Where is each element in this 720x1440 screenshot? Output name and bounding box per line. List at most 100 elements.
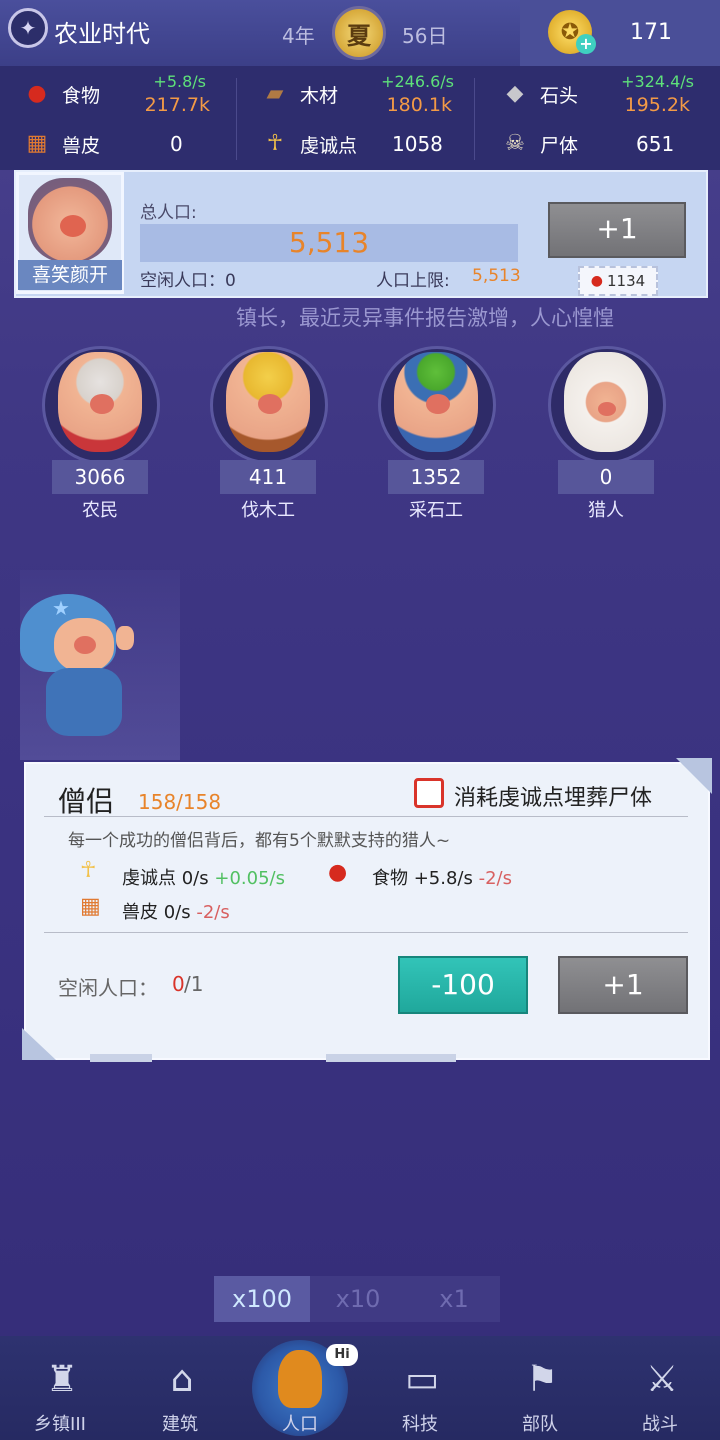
- news-ticker: 镇长，最近灵异事件报告激增，人心惶惶: [236, 306, 614, 330]
- stat-hide: 兽皮 0/s -2/s: [122, 898, 230, 924]
- card-tab: [326, 1054, 456, 1062]
- population-cost: ● 1134: [578, 266, 658, 296]
- resource-value: 195.2k: [624, 94, 690, 116]
- book-icon: ▭: [404, 1359, 439, 1400]
- nav-battle[interactable]: ⚔ 战斗: [608, 1336, 712, 1440]
- add-population-button[interactable]: +1: [548, 202, 686, 258]
- apple-icon: ●: [590, 273, 604, 289]
- worker-quarryman[interactable]: 1352 采石工: [376, 332, 496, 532]
- multiplier-x10[interactable]: x10: [310, 1276, 406, 1322]
- bury-corpses-label[interactable]: 消耗虔诚点埋葬尸体: [454, 780, 652, 812]
- resource-name: 兽皮: [62, 134, 101, 157]
- gem-count: 171: [630, 20, 672, 45]
- divider: [44, 816, 688, 817]
- resource-rate: +324.4/s: [621, 72, 694, 91]
- monk-nose: [74, 636, 96, 654]
- add-currency-icon[interactable]: +: [576, 34, 596, 54]
- hide-icon: ▦: [80, 894, 101, 919]
- stat-gain: +0.05/s: [214, 868, 285, 889]
- year-label: 4年: [282, 24, 315, 48]
- total-population-value: 5,513: [288, 226, 370, 259]
- resource-value: 0: [170, 132, 183, 156]
- resource-name: 食物: [62, 84, 101, 107]
- worker-count: 0: [599, 465, 613, 489]
- worker-count: 1352: [410, 465, 462, 489]
- job-description: 每一个成功的僧侣背后，都有5个默默支持的猎人~: [68, 831, 451, 851]
- worker-name: 农民: [82, 500, 118, 521]
- ankh-icon: ☥: [266, 131, 284, 156]
- worker-nose: [258, 394, 282, 414]
- worker-woodcutter[interactable]: 411 伐木工: [208, 332, 328, 532]
- multiplier-x1[interactable]: x1: [406, 1276, 502, 1322]
- day-label: 56日: [402, 24, 448, 48]
- resource-stone[interactable]: ◆ 石头: [502, 74, 578, 114]
- resource-name: 尸体: [540, 134, 579, 157]
- worker-count: 411: [248, 465, 288, 489]
- people-icon: [278, 1350, 322, 1408]
- remove-worker-button[interactable]: -100: [398, 956, 528, 1014]
- job-idle-total: /1: [184, 972, 204, 996]
- nav-label: 人口: [282, 1414, 318, 1435]
- resource-name: 石头: [540, 84, 579, 107]
- monk-robe: [46, 668, 122, 736]
- wood-log-icon: ▰: [266, 81, 284, 106]
- multiplier-x100[interactable]: x100: [214, 1276, 310, 1322]
- population-cap-value: 5,513: [472, 266, 521, 286]
- era-name: 农业时代: [54, 20, 150, 48]
- resource-rate: +246.6/s: [381, 72, 454, 91]
- nav-label: 乡镇III: [34, 1414, 86, 1435]
- resource-hide[interactable]: ▦ 兽皮: [24, 124, 100, 164]
- resource-food[interactable]: ● 食物: [24, 74, 100, 114]
- star-icon: ★: [52, 596, 70, 620]
- apple-icon: ●: [328, 860, 348, 885]
- worker-farmer[interactable]: 3066 农民: [40, 332, 160, 532]
- divider: [474, 78, 475, 160]
- nav-label: 部队: [522, 1414, 558, 1435]
- resource-name: 虔诚点: [300, 134, 358, 157]
- apple-icon: ●: [27, 81, 47, 106]
- nav-label: 战斗: [642, 1414, 678, 1435]
- stat-text: 食物 +5.8/s: [372, 868, 473, 889]
- town-icon: ♜: [45, 1359, 79, 1400]
- worker-count: 3066: [74, 465, 126, 489]
- bury-corpses-checkbox[interactable]: [414, 778, 444, 808]
- resource-value: 1058: [392, 132, 443, 156]
- resource-value: 180.1k: [386, 94, 452, 116]
- worker-nose: [90, 394, 114, 414]
- resource-wood[interactable]: ▰ 木材: [262, 74, 338, 114]
- job-idle-used: 0: [172, 972, 185, 996]
- resource-rate: +5.8/s: [153, 72, 206, 91]
- stat-piety: 虔诚点 0/s +0.05/s: [122, 864, 285, 890]
- card-corner: [676, 758, 712, 794]
- stat-cost: -2/s: [478, 868, 512, 889]
- worker-name: 猎人: [588, 500, 624, 521]
- season-badge[interactable]: 夏: [332, 6, 386, 60]
- nav-building[interactable]: ⌂ 建筑: [128, 1336, 232, 1440]
- resource-value: 651: [636, 132, 675, 156]
- stone-icon: ◆: [506, 81, 524, 106]
- divider: [44, 932, 688, 933]
- crossed-swords-icon: ⚔: [645, 1359, 679, 1400]
- hi-bubble: Hi: [326, 1344, 358, 1366]
- worker-hunter[interactable]: 0 猎人: [546, 332, 666, 532]
- stat-cost: -2/s: [196, 902, 230, 923]
- stat-text: 虔诚点 0/s: [122, 868, 209, 889]
- nav-town[interactable]: ♜ 乡镇III: [8, 1336, 112, 1440]
- worker-name: 采石工: [409, 500, 463, 521]
- skull-icon: ☠: [505, 131, 525, 156]
- worker-name: 伐木工: [241, 500, 295, 521]
- banner-icon: ⚑: [525, 1359, 559, 1400]
- stat-food: 食物 +5.8/s -2/s: [372, 864, 512, 890]
- era-emblem-icon[interactable]: ✦: [8, 8, 48, 48]
- resource-piety[interactable]: ☥ 虔诚点: [262, 124, 357, 164]
- hide-icon: ▦: [26, 131, 48, 156]
- nav-army[interactable]: ⚑ 部队: [488, 1336, 592, 1440]
- add-worker-button[interactable]: +1: [558, 956, 688, 1014]
- nav-tech[interactable]: ▭ 科技: [368, 1336, 472, 1440]
- ankh-icon: ☥: [80, 858, 97, 883]
- card-corner: [22, 1028, 56, 1060]
- resource-corpse[interactable]: ☠ 尸体: [502, 124, 578, 164]
- mayor-mood: 喜笑颜开: [18, 260, 122, 290]
- total-population-label: 总人口:: [140, 203, 197, 223]
- card-tab: [90, 1054, 152, 1062]
